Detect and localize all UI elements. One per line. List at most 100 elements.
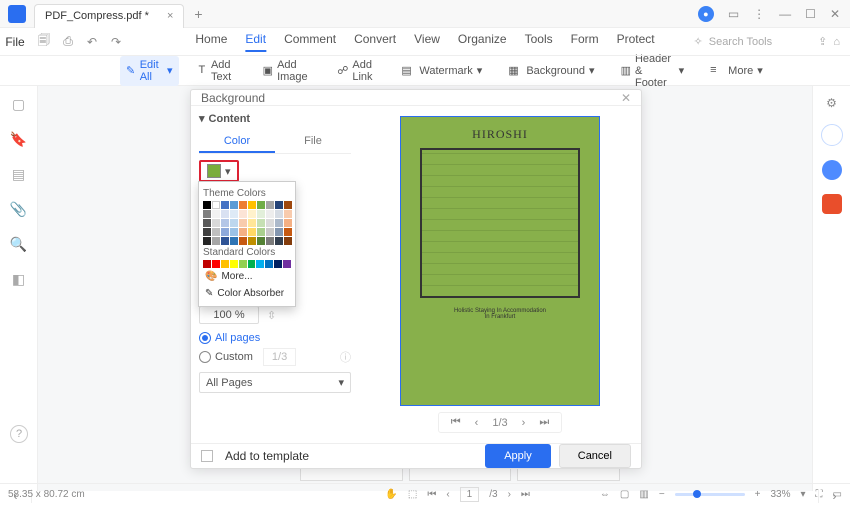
print-icon[interactable]: ⎙ xyxy=(60,34,76,50)
chevron-down-icon: ▾ xyxy=(167,64,173,77)
tab-home[interactable]: Home xyxy=(195,32,227,52)
page-prev-icon[interactable]: ‹ xyxy=(446,489,449,500)
chevron-down-icon: ▾ xyxy=(477,64,483,77)
window-controls: ● ▭ ⋮ — ☐ ✕ xyxy=(698,6,850,22)
thumbnails-icon[interactable]: ▢ xyxy=(12,96,25,113)
tab-close-icon[interactable]: × xyxy=(167,10,173,22)
search-panel-icon[interactable]: 🔍 xyxy=(10,236,27,253)
color-absorber-item[interactable]: ✎Color Absorber xyxy=(203,285,291,302)
search-tools[interactable]: ✧ Search Tools ⇪ ⌂ xyxy=(694,35,850,48)
chevron-down-icon: ▾ xyxy=(338,376,344,389)
more-button[interactable]: ≡More▾ xyxy=(704,61,769,81)
window-extra-icon[interactable]: ▭ xyxy=(728,7,739,21)
layers-icon[interactable]: ◧ xyxy=(12,271,25,288)
page-last-icon[interactable]: ⏭ xyxy=(521,489,530,500)
pages-select[interactable]: All Pages▾ xyxy=(199,372,351,393)
background-button[interactable]: ▦Background▾ xyxy=(502,61,600,81)
floating-chip[interactable] xyxy=(821,124,843,146)
color-picker-button[interactable]: ▾ xyxy=(199,160,239,182)
attachments-icon[interactable]: 📎 xyxy=(10,201,27,218)
next-page-icon[interactable]: › xyxy=(522,417,526,429)
maximize-icon[interactable]: ☐ xyxy=(805,7,816,21)
prev-page-icon[interactable]: ‹ xyxy=(475,417,479,429)
watermark-button[interactable]: ▤Watermark▾ xyxy=(395,61,488,81)
chevron-down-icon[interactable]: ▾ xyxy=(801,489,806,500)
sliders-icon[interactable]: ⚙ xyxy=(826,96,837,110)
standard-swatch-row[interactable] xyxy=(203,260,291,268)
more-colors-item[interactable]: 🎨More... xyxy=(203,268,291,285)
select-tool-icon[interactable]: ⬚ xyxy=(408,489,417,500)
user-avatar[interactable]: ● xyxy=(698,6,714,22)
apply-button[interactable]: Apply xyxy=(485,444,551,468)
save-icon[interactable]: 🗐 xyxy=(36,34,52,50)
redo-icon[interactable]: ↷ xyxy=(108,34,124,50)
close-window-icon[interactable]: ✕ xyxy=(830,7,840,21)
view-mode-icon[interactable]: ▥ xyxy=(639,489,648,500)
tab-tools[interactable]: Tools xyxy=(525,32,553,52)
page-first-icon[interactable]: ⏮ xyxy=(427,489,436,500)
more-icon: ≡ xyxy=(710,64,724,78)
file-menu[interactable]: File xyxy=(0,35,30,49)
tab-comment[interactable]: Comment xyxy=(284,32,336,52)
info-icon[interactable]: ⓘ xyxy=(340,349,351,365)
opacity-input[interactable]: 100 % xyxy=(199,306,259,324)
minimize-icon[interactable]: — xyxy=(779,7,791,21)
add-link-button[interactable]: ☍Add Link xyxy=(331,56,381,86)
kebab-menu-icon[interactable]: ⋮ xyxy=(753,7,765,21)
zoom-slider[interactable] xyxy=(675,493,745,496)
cloud-icon[interactable]: ⌂ xyxy=(833,36,840,48)
zoom-out-icon[interactable]: − xyxy=(659,489,665,500)
fit-width-icon[interactable]: ⇔ xyxy=(600,489,610,500)
add-image-label: Add Image xyxy=(277,59,311,83)
subtab-file[interactable]: File xyxy=(275,131,351,153)
fullscreen-icon[interactable]: ⛶ xyxy=(816,489,823,500)
help-icon[interactable]: ? xyxy=(10,425,28,443)
dialog-preview-panel: HIROSHI Holistic Staying In Accommodatio… xyxy=(359,106,641,443)
ai-tool-icon[interactable] xyxy=(822,194,842,214)
new-tab-button[interactable]: + xyxy=(194,6,202,22)
edit-all-label: Edit All xyxy=(140,59,163,83)
fit-page-icon[interactable]: ▢ xyxy=(620,489,629,500)
undo-icon[interactable]: ↶ xyxy=(84,34,100,50)
all-pages-label: All pages xyxy=(215,332,260,344)
tab-convert[interactable]: Convert xyxy=(354,32,396,52)
tab-edit[interactable]: Edit xyxy=(245,32,266,52)
zoom-in-icon[interactable]: + xyxy=(755,489,761,500)
tab-view[interactable]: View xyxy=(414,32,440,52)
subtab-color[interactable]: Color xyxy=(199,131,275,153)
tab-organize[interactable]: Organize xyxy=(458,32,507,52)
bookmarks-icon[interactable]: 🔖 xyxy=(10,131,27,148)
add-template-checkbox[interactable] xyxy=(201,450,213,462)
theme-swatch-grid[interactable] xyxy=(203,201,291,245)
read-mode-icon[interactable]: ▭ xyxy=(833,489,842,500)
dialog-close-icon[interactable]: ✕ xyxy=(621,91,631,105)
document-tab[interactable]: PDF_Compress.pdf * × xyxy=(34,4,184,28)
add-text-button[interactable]: TAdd Text xyxy=(193,56,243,86)
ai-assistant-icon[interactable] xyxy=(822,160,842,180)
all-pages-radio[interactable]: All pages xyxy=(199,332,351,344)
stepper-icon[interactable]: ⇳ xyxy=(267,309,276,322)
custom-range-input[interactable]: 1/3 xyxy=(263,348,296,366)
page-next-icon[interactable]: › xyxy=(508,489,511,500)
color-picker-popover: Theme Colors Standard Colors 🎨More... ✎C… xyxy=(198,181,296,307)
hand-tool-icon[interactable]: ✋ xyxy=(385,489,397,500)
first-page-icon[interactable]: ⏮ xyxy=(451,416,461,429)
quick-access: 🗐 ⎙ ↶ ↷ xyxy=(36,34,124,50)
page-input[interactable]: 1 xyxy=(460,487,480,502)
last-page-icon[interactable]: ⏭ xyxy=(539,416,549,429)
tab-protect[interactable]: Protect xyxy=(617,32,655,52)
caret-down-icon: ▾ xyxy=(199,112,205,125)
cancel-button[interactable]: Cancel xyxy=(559,444,631,468)
pencil-icon: ✎ xyxy=(126,64,136,78)
add-image-button[interactable]: ▣Add Image xyxy=(257,56,318,86)
link-icon: ☍ xyxy=(337,64,348,78)
edit-all-button[interactable]: ✎ Edit All ▾ xyxy=(120,56,179,86)
app-icon xyxy=(8,5,26,23)
share-icon[interactable]: ⇪ xyxy=(818,35,827,48)
chevron-down-icon: ▾ xyxy=(225,165,231,178)
content-section[interactable]: ▾Content xyxy=(199,112,351,125)
tab-form[interactable]: Form xyxy=(571,32,599,52)
custom-radio[interactable]: Custom 1/3 ⓘ xyxy=(199,348,351,366)
eyedropper-icon: ✎ xyxy=(205,288,213,299)
outline-icon[interactable]: ▤ xyxy=(12,166,25,183)
